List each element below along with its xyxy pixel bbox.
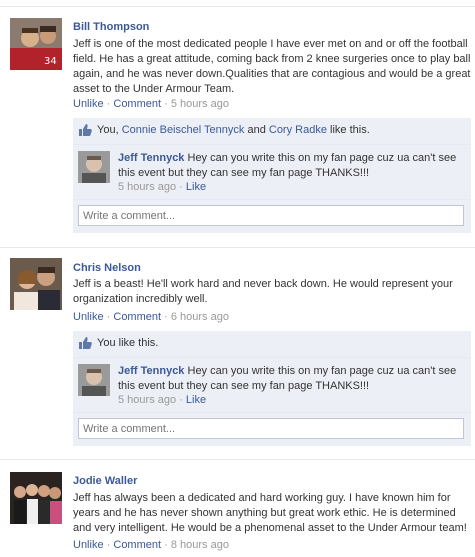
- likes-summary: You, Connie Beischel Tennyck and Cory Ra…: [73, 118, 471, 145]
- likes-text: You like this.: [97, 337, 159, 349]
- separator: ·: [106, 98, 111, 110]
- reply-comment: Jeff Tennyck Hey can you write this on m…: [73, 145, 471, 200]
- like-link[interactable]: Like: [186, 181, 206, 193]
- comment-box: [73, 200, 471, 233]
- avatar[interactable]: 34: [10, 18, 62, 70]
- svg-text:34: 34: [44, 56, 57, 67]
- reply-meta: 5 hours ago · Like: [118, 394, 206, 406]
- post-text: Jeff is one of the most dedicated people…: [73, 38, 471, 95]
- avatar[interactable]: [78, 364, 110, 396]
- unlike-link[interactable]: Unlike: [73, 311, 104, 323]
- separator: ·: [179, 181, 183, 193]
- timestamp: 5 hours ago: [170, 98, 229, 110]
- timestamp: 6 hours ago: [170, 311, 229, 323]
- reply-author[interactable]: Jeff Tennyck: [118, 152, 184, 164]
- separator: ·: [164, 311, 168, 323]
- thumbs-up-icon: [78, 336, 92, 353]
- likes-you: You,: [97, 124, 119, 136]
- reply-text: Jeff Tennyck Hey can you write this on m…: [118, 151, 464, 181]
- unlike-link[interactable]: Unlike: [73, 98, 104, 110]
- post-text: Jeff is a beast! He'll work hard and nev…: [73, 278, 453, 305]
- avatar[interactable]: [10, 472, 62, 524]
- comment-link[interactable]: Comment: [113, 311, 161, 323]
- separator: ·: [164, 98, 168, 110]
- post-divider: [0, 6, 475, 7]
- post-text: Jeff has always been a dedicated and har…: [73, 492, 467, 534]
- post-divider: [0, 247, 475, 248]
- avatar[interactable]: [10, 258, 62, 310]
- separator: ·: [106, 311, 111, 323]
- reply-author[interactable]: Jeff Tennyck: [118, 365, 184, 377]
- liker-link[interactable]: Connie Beischel Tennyck: [122, 124, 245, 136]
- avatar[interactable]: [78, 151, 110, 183]
- timestamp: 8 hours ago: [170, 539, 229, 551]
- like-link[interactable]: Like: [186, 394, 206, 406]
- comment-input[interactable]: [78, 418, 464, 439]
- post-author[interactable]: Chris Nelson: [73, 262, 141, 274]
- likes-summary: You like this.: [73, 331, 471, 358]
- reply-text: Jeff Tennyck Hey can you write this on m…: [118, 364, 464, 394]
- reply-meta: 5 hours ago · Like: [118, 181, 206, 193]
- reply-comment: Jeff Tennyck Hey can you write this on m…: [73, 358, 471, 413]
- liker-link[interactable]: Cory Radke: [269, 124, 327, 136]
- timestamp: 5 hours ago: [118, 394, 177, 406]
- thumbs-up-icon: [78, 123, 92, 140]
- comment-link[interactable]: Comment: [113, 539, 161, 551]
- likes-and: and: [247, 124, 266, 136]
- post-divider: [0, 459, 475, 460]
- post-author[interactable]: Bill Thompson: [73, 21, 149, 33]
- separator: ·: [164, 539, 168, 551]
- comment-input[interactable]: [78, 205, 464, 226]
- timestamp: 5 hours ago: [118, 181, 177, 193]
- comment-link[interactable]: Comment: [113, 98, 161, 110]
- unlike-link[interactable]: Unlike: [73, 539, 104, 551]
- post-actions: Unlike · Comment · 8 hours ago: [73, 539, 229, 551]
- comment-box: [73, 413, 471, 446]
- post-actions: Unlike · Comment · 5 hours ago: [73, 98, 229, 110]
- post-actions: Unlike · Comment · 6 hours ago: [73, 311, 229, 323]
- separator: ·: [106, 539, 111, 551]
- separator: ·: [179, 394, 183, 406]
- post-author[interactable]: Jodie Waller: [73, 475, 137, 487]
- likes-suffix: like this.: [330, 124, 370, 136]
